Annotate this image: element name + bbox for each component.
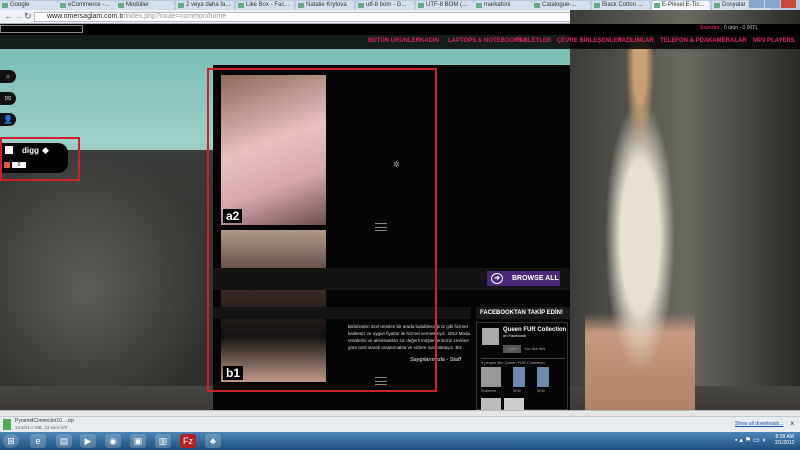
tab-title: Modüller [126,2,150,8]
highlight-box [207,68,437,392]
page-avatar[interactable] [482,328,499,345]
model-image [585,24,695,410]
nav-item[interactable]: KAMERALAR [708,38,747,44]
rocks-background [0,150,213,386]
nav-item[interactable]: TELEFON & PDA [660,38,708,44]
download-filename[interactable]: PyramidConnector10....zip [15,418,74,424]
like-button[interactable]: Like [503,345,521,353]
browser-tab[interactable]: Like Box - Fac... [236,1,294,10]
clock[interactable]: 8:28 AM 2/1/2012 [775,434,794,446]
app-icon[interactable]: ▣ [130,434,146,448]
favicon-icon [714,3,720,8]
tab-title: utf-8 bom - G... [366,2,407,8]
mail-icon[interactable]: ✉ [0,92,16,105]
browser-tab[interactable]: 2 veya daha fa... [176,1,234,10]
arrow-right-icon: ➔ [491,273,503,284]
window-controls[interactable] [748,0,798,9]
favicon-icon [476,3,482,8]
tray-icons[interactable]: ▪ ▴ ⚑ ▭ ◖ [735,436,766,444]
download-status: 14.5/31.0 MB, 23 secs left [15,425,68,430]
fan-avatar[interactable] [513,367,525,387]
browser-tab[interactable]: Black Cotton ... [592,1,650,10]
tab-title: Catalogue-... [542,2,577,8]
url-path: /index.php?route=common/home [123,13,227,20]
maximize-button[interactable] [765,0,780,8]
close-button[interactable] [781,0,796,8]
browser-tab[interactable]: Modüller [116,1,174,10]
nav-item[interactable]: LAPTOPS & NOTEBOOKS [448,38,523,44]
close-icon[interactable]: × [790,419,795,428]
winrar-icon[interactable]: ▥ [155,434,171,448]
tab-title: Google [10,2,30,8]
cart-summary[interactable]: Sepetim : 0 ürün - 0,00TL [700,25,758,31]
search-box[interactable] [0,25,83,33]
browser-tab[interactable]: Natalie Krytova [296,1,354,10]
browser-tab[interactable]: Google [0,1,58,10]
nav-item[interactable]: TABLETLER [516,38,551,44]
page-name[interactable]: Queen FUR Collection on Facebook [503,327,567,339]
chrome-icon[interactable]: ◉ [105,434,121,448]
favicon-icon [534,3,540,8]
nav-item[interactable]: YAZILIMLAR [618,38,654,44]
url-domain: www.omersaglam.com.tr [47,13,124,20]
favicon-icon [418,3,424,8]
favicon-icon [60,3,66,8]
fan-avatar[interactable] [481,367,501,387]
browse-all-button[interactable]: ➔ BROWSE ALL [487,271,560,286]
browser-tab[interactable]: Catalogue-... [532,1,590,10]
tab-title: UTF-8 BOM (... [426,2,467,8]
favicon-icon [238,3,244,8]
search-icon[interactable]: ⌕ [0,70,16,83]
fan-name: ŞEM [537,389,545,393]
nav-item[interactable]: MP3 PLAYERS [753,38,795,44]
favicon-icon [118,3,124,8]
media-player-icon[interactable]: ▶ [80,434,96,448]
facebook-like-box: Queen FUR Collection on Facebook Like Yo… [476,322,568,410]
facebook-header: FACEBOOKTAN TAKİP EDİN! [476,307,570,319]
tab-title: E-Piksel E-Tic... [662,2,705,8]
tab-title: 2 veya daha fa... [186,2,231,8]
favicon-icon [358,3,364,8]
tab-title: Black Cotton ... [602,2,643,8]
highlight-box [0,137,80,181]
download-bar: PyramidConnector10....zip 14.5/31.0 MB, … [0,416,800,432]
favicon-icon [178,3,184,8]
browser-tab[interactable]: E-Piksel E-Tic... [652,1,710,10]
tab-title: markafoni [484,2,511,8]
explorer-icon[interactable]: ▤ [56,434,72,448]
browser-tab[interactable]: markafoni [474,1,532,10]
forward-icon[interactable]: → [14,11,23,21]
user-icon[interactable]: 👤 [0,113,16,126]
favicon-icon [654,3,660,8]
fan-avatar[interactable] [504,398,524,410]
start-button[interactable]: ⊞ [3,434,19,448]
browser-tab[interactable]: UTF-8 BOM (... [416,1,474,10]
fan-avatar[interactable] [481,398,501,410]
favicon-icon [2,3,8,8]
top-bar [0,24,800,35]
nav-item[interactable]: BÜTÜN ÜRÜNLER [368,38,420,44]
filezilla-icon[interactable]: Fz [180,434,196,448]
favicon-icon [594,3,600,8]
favicon-icon [298,3,304,8]
back-icon[interactable]: ← [4,11,13,21]
zip-file-icon [3,419,11,430]
app-icon[interactable]: ♣ [205,434,221,448]
browser-tab[interactable]: eCommerce -... [58,1,116,10]
reload-icon[interactable]: ↻ [24,11,32,22]
tab-title: eCommerce -... [68,2,110,8]
nav-item[interactable]: ÇEVRE BİRLEŞENLER [557,38,622,44]
minimize-button[interactable] [749,0,764,8]
tab-title: Natalie Krytova [306,2,347,8]
show-all-downloads-link[interactable]: Show all downloads... [735,421,783,427]
browser-tab[interactable]: utf-8 bom - G... [356,1,414,10]
fan-name: Shakeera [481,389,496,393]
ie-icon[interactable]: e [30,434,46,448]
nav-item[interactable]: KADIN [420,38,439,44]
fan-name: ŞEM [513,389,521,393]
tab-title: Like Box - Fac... [246,2,290,8]
fan-avatar[interactable] [537,367,549,387]
like-text: You like this. [524,346,547,351]
like-count: 4 people like Queen FUR Collection. [481,358,565,365]
